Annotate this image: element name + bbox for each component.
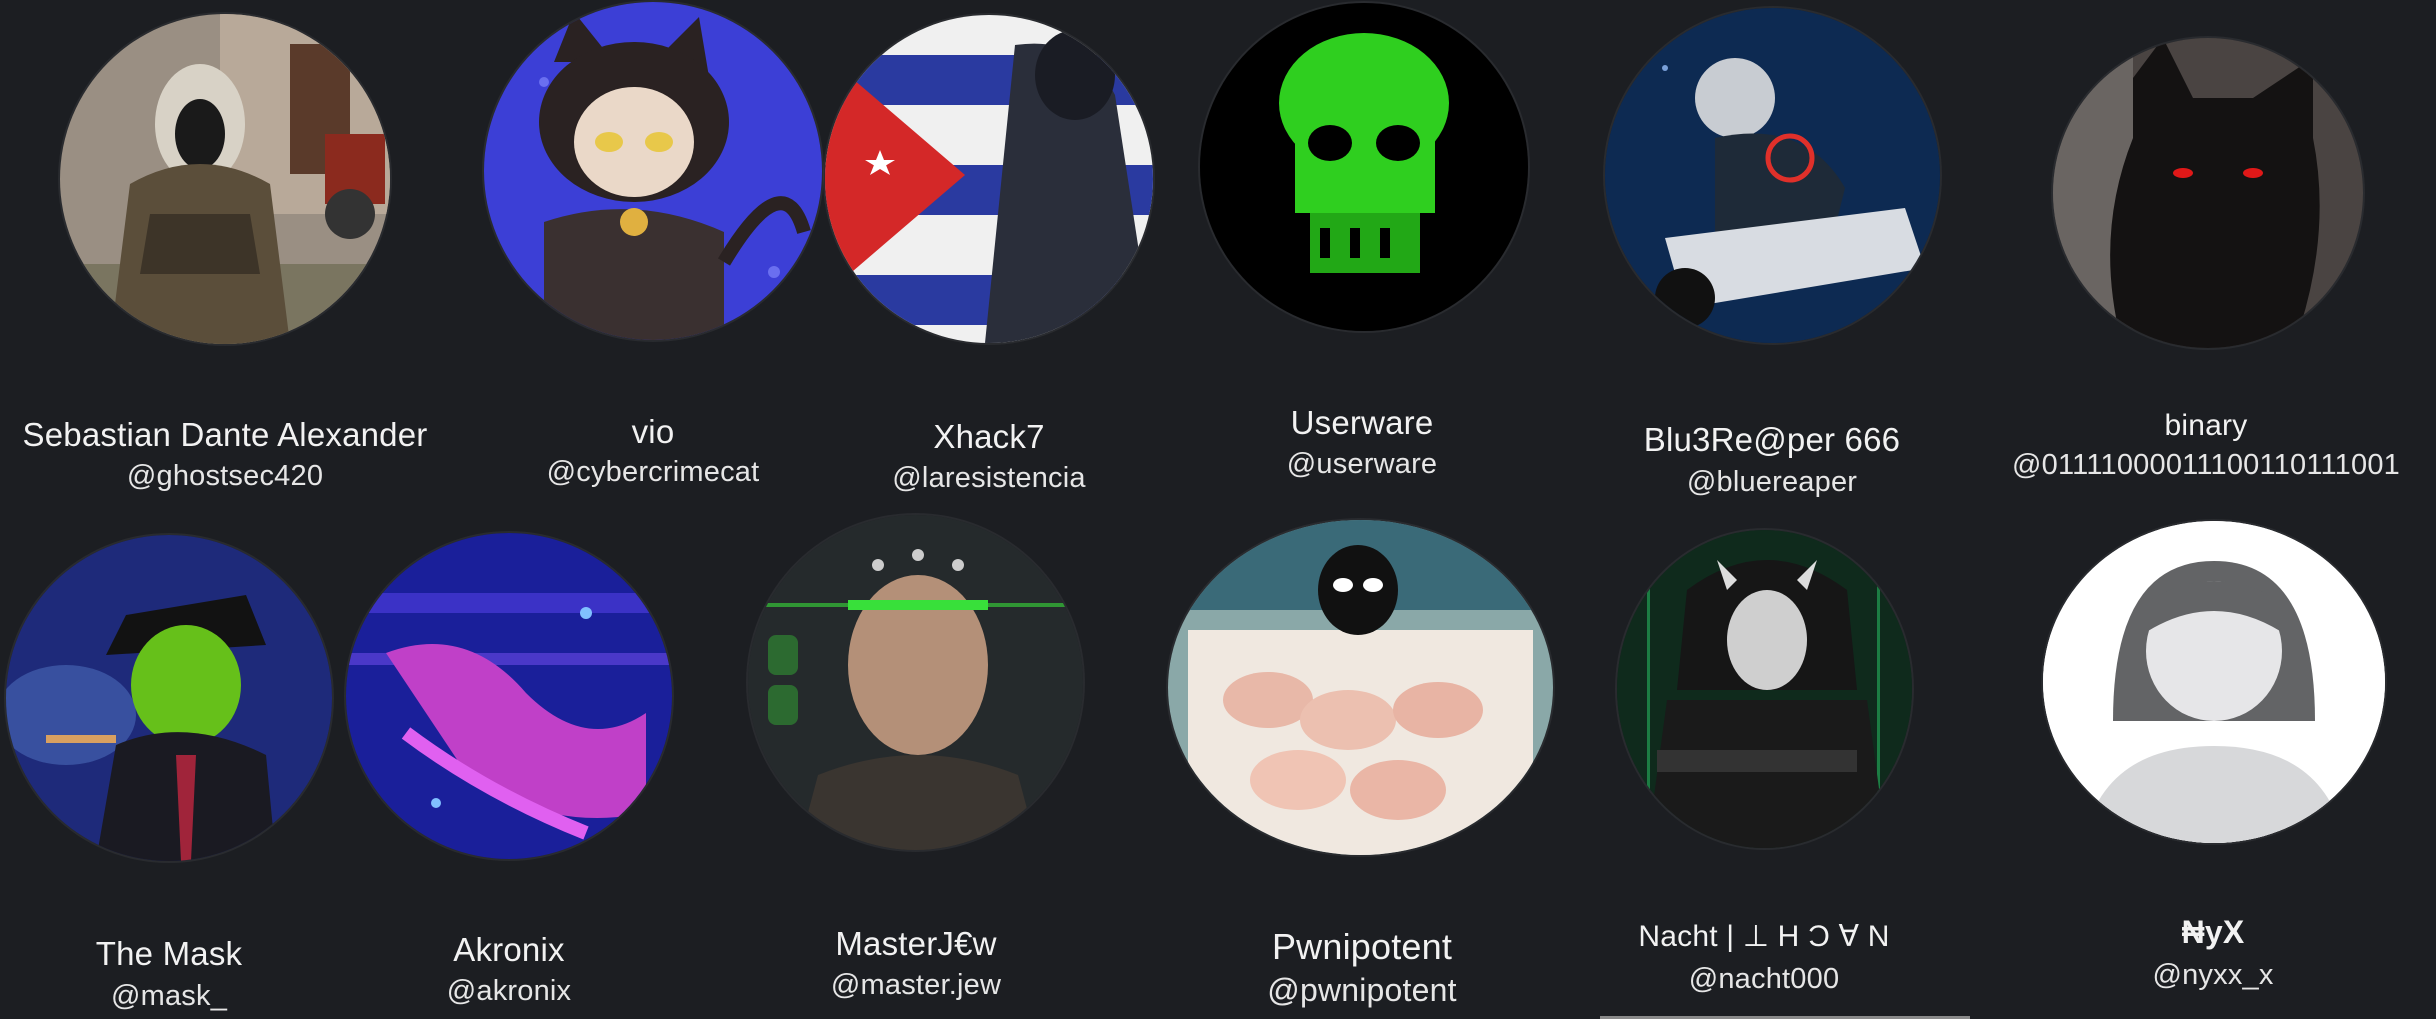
profile-name[interactable]: ₦yX: [2182, 914, 2245, 951]
profile-handle[interactable]: @nyxx_x: [2152, 959, 2273, 992]
avatar-pwnipotent[interactable]: [1168, 520, 1553, 855]
masked-man-chickens-avatar-icon: [1168, 520, 1553, 855]
biker-biohazard-avatar-icon: [1605, 8, 1940, 343]
cuban-flag-hacker-avatar-icon: [825, 15, 1153, 343]
default-person-avatar-icon: [2043, 521, 2385, 843]
profile-name[interactable]: Sebastian Dante Alexander: [23, 416, 428, 454]
profile-name[interactable]: Pwnipotent: [1272, 926, 1452, 968]
soldier-photo-avatar-icon: [60, 14, 390, 344]
green-mask-man-avatar-icon: [6, 535, 332, 861]
profile-handle[interactable]: @cybercrimecat: [547, 456, 760, 489]
electrode-head-man-avatar-icon: [748, 515, 1083, 850]
profile-name[interactable]: Akronix: [453, 931, 564, 969]
profile-handle[interactable]: @akronix: [447, 975, 572, 1008]
avatar-bluereaper[interactable]: [1605, 8, 1940, 343]
profile-name[interactable]: binary: [2165, 409, 2248, 443]
black-cat-red-eyes-avatar-icon: [2053, 38, 2363, 348]
avatar-xhack7[interactable]: [825, 15, 1153, 343]
profile-handle[interactable]: @laresistencia: [892, 462, 1085, 495]
profile-handle[interactable]: @userware: [1287, 448, 1438, 481]
avatar-vio[interactable]: [484, 2, 822, 340]
green-code-skull-avatar-icon: [1200, 3, 1528, 331]
avatar-nyx[interactable]: [2043, 521, 2385, 843]
profile-handle[interactable]: @bluereaper: [1687, 466, 1857, 499]
avatar-binary[interactable]: [2053, 38, 2363, 348]
avatar-akronix[interactable]: [346, 533, 672, 859]
avatar-nacht[interactable]: [1617, 530, 1912, 848]
oni-mask-soldier-avatar-icon: [1617, 530, 1912, 848]
avatar-sebastian[interactable]: [60, 14, 390, 344]
avatar-the-mask[interactable]: [6, 535, 332, 861]
avatar-masterjew[interactable]: [748, 515, 1083, 850]
profile-name[interactable]: Nacht | ⊥ H Ɔ ∀ N: [1638, 919, 1889, 954]
profile-handle[interactable]: @ghostsec420: [127, 460, 323, 493]
profile-handle[interactable]: @01111000011100110111001: [2012, 449, 2400, 482]
profile-name[interactable]: The Mask: [96, 935, 242, 973]
profile-handle[interactable]: @pwnipotent: [1267, 972, 1456, 1009]
profile-name[interactable]: vio: [632, 413, 675, 451]
blue-purple-glitch-avatar-icon: [346, 533, 672, 859]
anime-catgirl-avatar-icon: [484, 2, 822, 340]
profile-handle[interactable]: @master.jew: [831, 969, 1001, 1002]
profile-handle[interactable]: @nacht000: [1689, 963, 1840, 996]
profile-grid: Sebastian Dante Alexander @ghostsec420 v…: [0, 0, 2436, 1019]
avatar-userware[interactable]: [1200, 3, 1528, 331]
profile-name[interactable]: MasterJ€w: [835, 925, 996, 963]
profile-name[interactable]: Userware: [1291, 404, 1434, 442]
profile-name[interactable]: Blu3Re@per 666: [1644, 421, 1900, 459]
profile-handle[interactable]: @mask_: [111, 980, 227, 1013]
profile-name[interactable]: Xhack7: [933, 418, 1044, 456]
